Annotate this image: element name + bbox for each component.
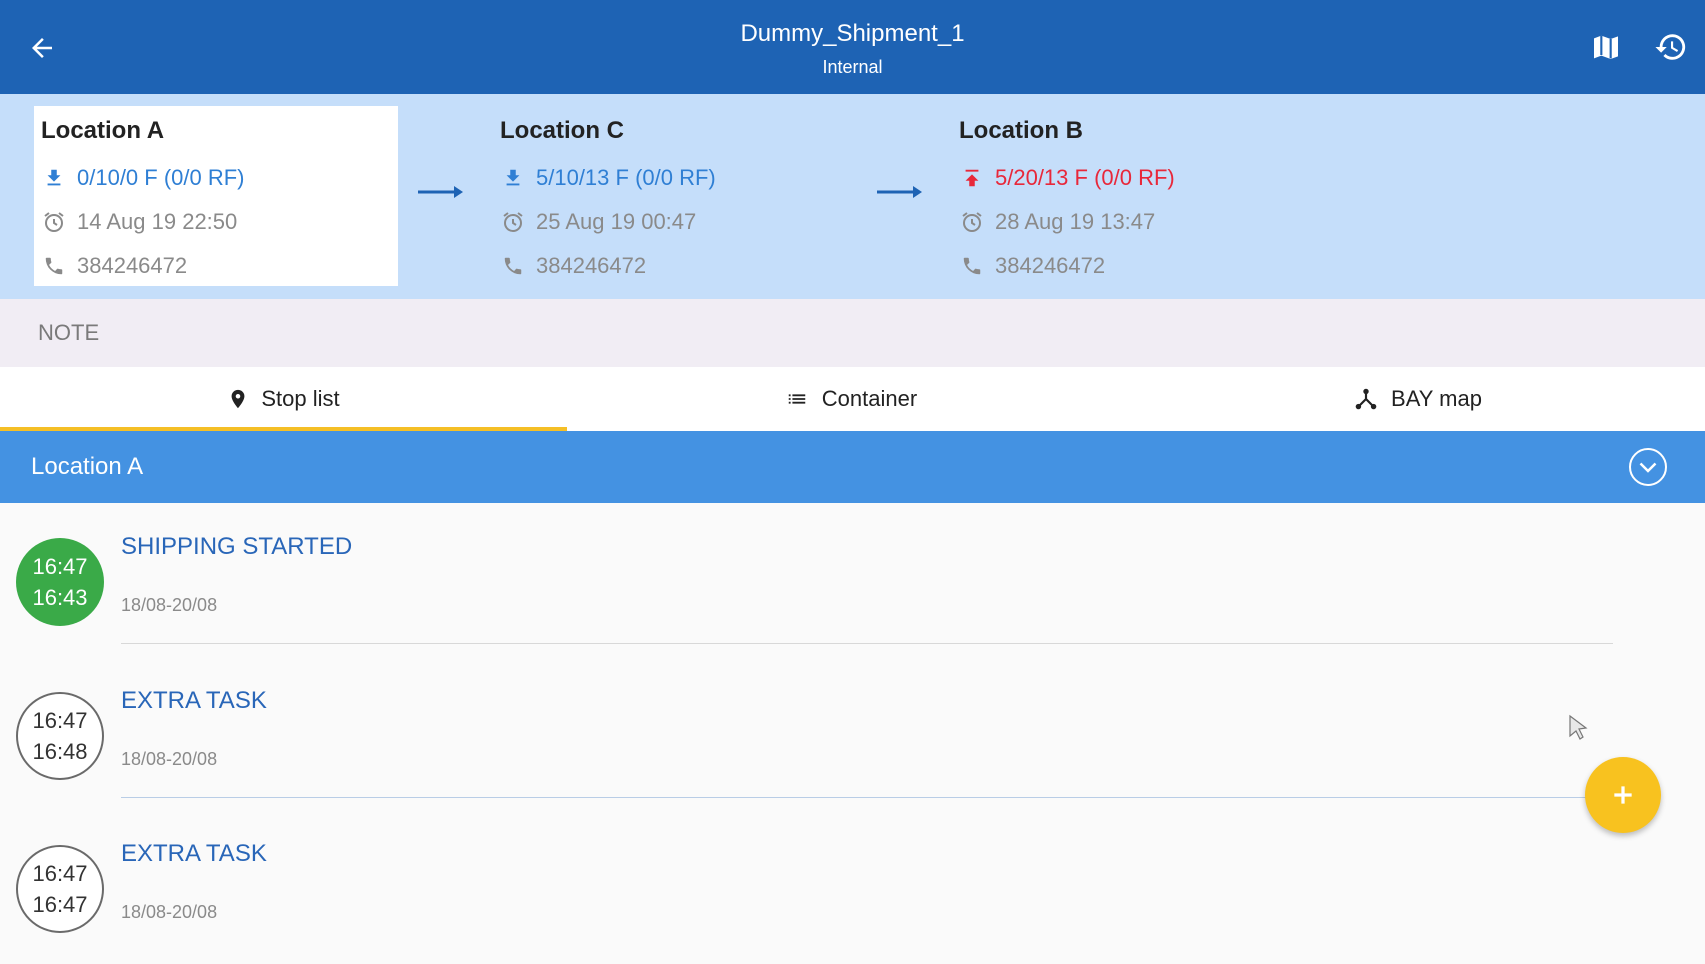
tab-bar: Stop list Container BAY map — [0, 367, 1705, 431]
phone-icon — [959, 253, 985, 279]
chevron-down-circle-icon[interactable] — [1628, 447, 1668, 487]
stop-phone: 384246472 — [959, 244, 1309, 288]
task-time-top: 16:47 — [32, 554, 88, 579]
stop-name: Location A — [41, 117, 165, 144]
list-icon — [784, 388, 810, 410]
phone-icon — [41, 253, 67, 279]
tab-label: Container — [821, 386, 918, 411]
stop-time: 28 Aug 19 13:47 — [959, 200, 1309, 244]
tab-stop-list[interactable]: Stop list — [0, 367, 567, 431]
stop-name: Location B — [959, 117, 1083, 144]
page-title: Dummy_Shipment_1 — [740, 20, 965, 47]
divider — [121, 643, 1613, 644]
task-time-badge: 16:47 16:47 — [16, 845, 104, 933]
task-time-bottom: 16:47 — [32, 892, 88, 917]
page-subtitle: Internal — [822, 57, 883, 77]
task-dates: 18/08-20/08 — [121, 595, 218, 615]
section-header[interactable]: Location A — [0, 431, 1705, 503]
arrow-right-icon — [877, 186, 922, 198]
download-icon — [500, 165, 526, 191]
task-time-bottom: 16:43 — [32, 585, 88, 610]
task-name: EXTRA TASK — [121, 687, 267, 714]
stop-time-label: 25 Aug 19 00:47 — [536, 209, 697, 234]
stop-phone: 384246472 — [500, 244, 850, 288]
history-icon — [1655, 34, 1686, 60]
note-field[interactable]: NOTE — [0, 299, 1705, 367]
task-name: EXTRA TASK — [121, 840, 267, 867]
tab-container[interactable]: Container — [567, 367, 1134, 431]
arrow-right-icon — [418, 186, 463, 198]
stop-count-label: 5/10/13 F (0/0 RF) — [536, 165, 716, 190]
route-stops: Location A 0/10/0 F (0/0 RF) 14 Aug 19 2… — [0, 94, 1705, 299]
tab-label: Stop list — [261, 386, 340, 411]
alarm-clock-icon — [500, 209, 526, 235]
history-button[interactable] — [1651, 27, 1691, 67]
list-item[interactable]: 16:47 16:43 SHIPPING STARTED 18/08-20/08 — [0, 503, 1705, 657]
task-time-badge: 16:47 16:48 — [16, 692, 104, 780]
stop-time: 14 Aug 19 22:50 — [41, 200, 391, 244]
task-name: SHIPPING STARTED — [121, 533, 353, 560]
task-time-badge: 16:47 16:43 — [16, 538, 104, 626]
stop-phone: 384246472 — [41, 244, 391, 288]
hub-icon — [1353, 386, 1379, 412]
stop-phone-label: 384246472 — [995, 253, 1106, 278]
tab-bay-map[interactable]: BAY map — [1134, 367, 1701, 431]
task-time-bottom: 16:48 — [32, 739, 88, 764]
stop-time-label: 28 Aug 19 13:47 — [995, 209, 1156, 234]
task-time-top: 16:47 — [32, 861, 88, 886]
task-time-top: 16:47 — [32, 708, 88, 733]
stop-phone-label: 384246472 — [77, 253, 188, 278]
cursor-icon — [1569, 714, 1588, 740]
stop-time-label: 14 Aug 19 22:50 — [77, 209, 238, 234]
alarm-clock-icon — [41, 209, 67, 235]
task-dates: 18/08-20/08 — [121, 902, 218, 922]
app-bar: Dummy_Shipment_1 Internal — [0, 0, 1705, 94]
list-item[interactable]: 16:47 16:47 EXTRA TASK 18/08-20/08 — [0, 810, 1705, 964]
title-block: Dummy_Shipment_1 Internal — [0, 18, 1705, 80]
plus-icon — [1614, 786, 1632, 804]
map-button[interactable] — [1586, 27, 1626, 67]
section-title: Location A — [31, 453, 144, 480]
alarm-clock-icon — [959, 209, 985, 235]
stop-container-count: 5/10/13 F (0/0 RF) — [500, 156, 850, 200]
stop-count-label: 5/20/13 F (0/0 RF) — [995, 165, 1175, 190]
location-pin-icon — [227, 386, 249, 412]
map-icon — [1594, 35, 1618, 59]
stop-name: Location C — [500, 117, 624, 144]
divider — [121, 797, 1613, 798]
phone-icon — [500, 253, 526, 279]
stop-container-count: 5/20/13 F (0/0 RF) — [959, 156, 1309, 200]
upload-icon — [959, 165, 985, 191]
task-list: 16:47 16:43 SHIPPING STARTED 18/08-20/08… — [0, 503, 1705, 933]
stop-count-label: 0/10/0 F (0/0 RF) — [77, 165, 245, 190]
stop-card-location-a[interactable]: Location A 0/10/0 F (0/0 RF) 14 Aug 19 2… — [34, 106, 398, 286]
task-dates: 18/08-20/08 — [121, 749, 218, 769]
stop-time: 25 Aug 19 00:47 — [500, 200, 850, 244]
add-task-button[interactable] — [1585, 757, 1661, 833]
download-icon — [41, 165, 67, 191]
list-item[interactable]: 16:47 16:48 EXTRA TASK 18/08-20/08 — [0, 657, 1705, 811]
stop-container-count: 0/10/0 F (0/0 RF) — [41, 156, 391, 200]
stop-card-location-b[interactable]: Location B 5/20/13 F (0/0 RF) 28 Aug 19 … — [952, 106, 1316, 286]
stop-phone-label: 384246472 — [536, 253, 647, 278]
tab-label: BAY map — [1391, 386, 1482, 411]
stop-card-location-c[interactable]: Location C 5/10/13 F (0/0 RF) 25 Aug 19 … — [493, 106, 857, 286]
